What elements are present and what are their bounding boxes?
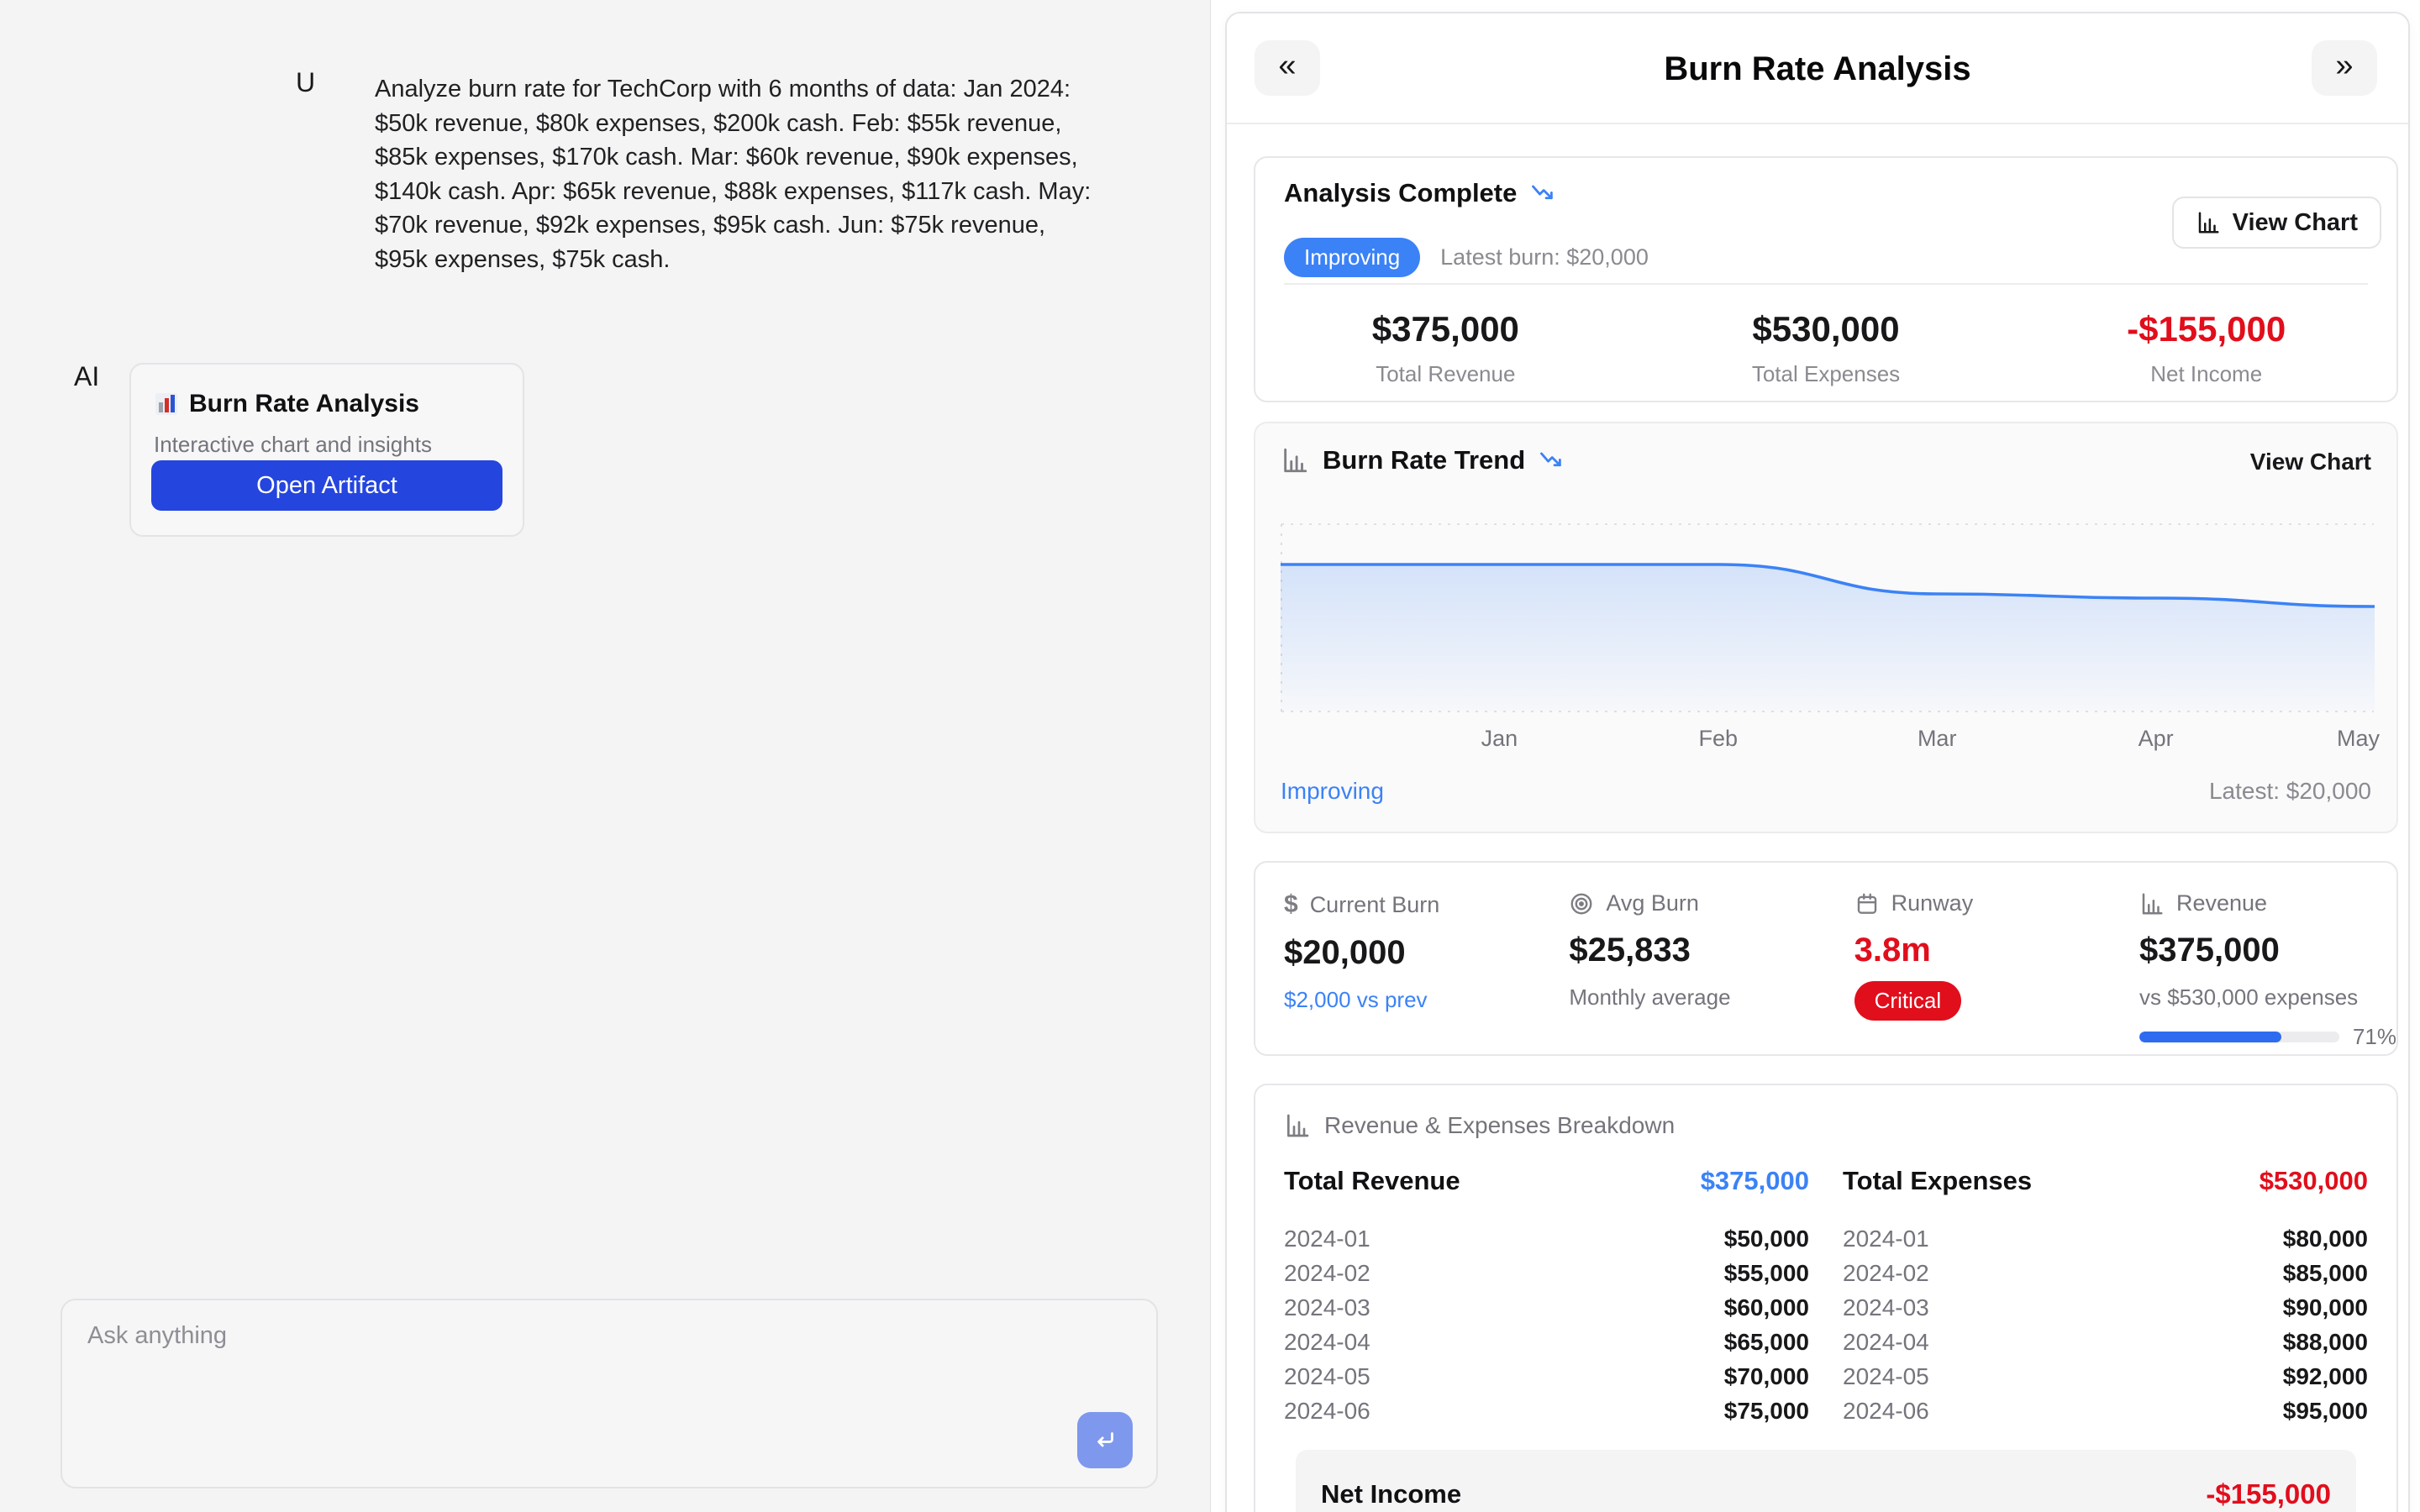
analysis-summary-card: Analysis Complete Improving Latest burn:… [1254, 156, 2398, 402]
trend-latest-text: Latest: $20,000 [2209, 778, 2371, 805]
chat-pane: U Analyze burn rate for TechCorp with 6 … [0, 0, 1211, 1512]
stat-total-revenue: $375,000 Total Revenue [1255, 297, 1636, 387]
expenses-column: Total Expenses $530,000 2024-01$80,000 2… [1843, 1159, 2368, 1428]
calendar-icon [1854, 891, 1880, 916]
burn-rate-line-chart [1281, 516, 2375, 734]
artifact-pane: « Burn Rate Analysis » Analysis Complete [1211, 0, 2420, 1512]
metric-avg-burn: Avg Burn $25,833 Monthly average [1540, 863, 1825, 1054]
x-tick: Apr [2139, 726, 2174, 752]
breakdown-table: Total Revenue $375,000 2024-01$50,000 20… [1284, 1159, 2368, 1428]
x-tick: Jan [1481, 726, 1518, 752]
ai-avatar: AI [74, 361, 99, 392]
table-row: 2024-04$88,000 [1843, 1325, 2368, 1359]
revenue-progress-track [2139, 1032, 2339, 1042]
chat-input-container [60, 1299, 1158, 1488]
artifact-panel: « Burn Rate Analysis » Analysis Complete [1225, 12, 2410, 1512]
collapse-right-button[interactable]: » [2312, 40, 2377, 96]
user-message: Analyze burn rate for TechCorp with 6 mo… [375, 72, 1099, 276]
table-row: 2024-04$65,000 [1284, 1325, 1809, 1359]
table-row: 2024-06$95,000 [1843, 1394, 2368, 1428]
view-chart-button[interactable]: View Chart [2172, 197, 2381, 249]
trend-down-icon [1539, 449, 1564, 471]
artifact-card-title: Burn Rate Analysis [189, 390, 419, 418]
app-window: U Analyze burn rate for TechCorp with 6 … [0, 0, 2420, 1512]
return-arrow-icon [1091, 1426, 1119, 1455]
breakdown-heading: Revenue & Expenses Breakdown [1324, 1112, 1675, 1139]
revenue-progress-fill [2139, 1032, 2281, 1042]
trend-down-icon [1530, 182, 1555, 204]
net-income-value: -$155,000 [2206, 1478, 2331, 1510]
metrics-card: $ Current Burn $20,000 $2,000 vs prev [1254, 861, 2398, 1056]
revenue-column: Total Revenue $375,000 2024-01$50,000 20… [1284, 1159, 1809, 1428]
table-row: 2024-02$85,000 [1843, 1256, 2368, 1290]
send-button[interactable] [1077, 1412, 1133, 1468]
bar-chart-icon [1284, 1112, 1311, 1139]
divider [1284, 283, 2368, 285]
x-tick: May [2337, 726, 2380, 752]
latest-burn-text: Latest burn: $20,000 [1440, 244, 1649, 270]
net-income-label: Net Income [1321, 1479, 1461, 1509]
metric-runway: Runway 3.8m Critical [1826, 863, 2111, 1054]
table-row: 2024-03$90,000 [1843, 1290, 2368, 1325]
table-row: 2024-05$92,000 [1843, 1359, 2368, 1394]
panel-title: Burn Rate Analysis [1227, 13, 2408, 124]
table-row: 2024-06$75,000 [1284, 1394, 1809, 1428]
user-avatar: U [296, 67, 315, 98]
x-tick: Mar [1918, 726, 1957, 752]
chat-input[interactable] [62, 1300, 1156, 1487]
trend-status-text: Improving [1281, 778, 1384, 805]
table-row: 2024-01$50,000 [1284, 1221, 1809, 1256]
improving-badge: Improving [1284, 238, 1420, 277]
target-icon [1569, 891, 1594, 916]
x-axis-labels: Jan Feb Mar Apr May [1281, 726, 2375, 754]
critical-badge: Critical [1854, 981, 1961, 1021]
bar-chart-icon [2196, 210, 2221, 235]
breakdown-card: Revenue & Expenses Breakdown Total Reven… [1254, 1084, 2398, 1512]
table-row: 2024-03$60,000 [1284, 1290, 1809, 1325]
table-row: 2024-02$55,000 [1284, 1256, 1809, 1290]
table-row: 2024-01$80,000 [1843, 1221, 2368, 1256]
bar-chart-icon [1281, 446, 1309, 475]
burn-rate-trend-card: Burn Rate Trend View Chart [1254, 422, 2398, 833]
net-income-card: Net Income -$155,000 Loss-making over th… [1296, 1450, 2356, 1512]
summary-heading: Analysis Complete [1284, 178, 1517, 208]
open-artifact-button[interactable]: Open Artifact [151, 460, 502, 511]
stat-net-income: -$155,000 Net Income [2016, 297, 2396, 387]
artifact-preview-card: Burn Rate Analysis Interactive chart and… [129, 363, 524, 537]
trend-view-chart-link[interactable]: View Chart [2250, 449, 2371, 475]
dollar-icon: $ [1284, 890, 1298, 919]
bar-chart-emoji-icon [154, 391, 179, 417]
panel-header: « Burn Rate Analysis » [1227, 13, 2408, 124]
x-tick: Feb [1699, 726, 1739, 752]
table-row: 2024-05$70,000 [1284, 1359, 1809, 1394]
revenue-progress-label: 71% [2353, 1024, 2396, 1050]
metric-revenue: Revenue $375,000 vs $530,000 expenses 71… [2111, 863, 2396, 1054]
stat-total-expenses: $530,000 Total Expenses [1636, 297, 2017, 387]
metric-current-burn: $ Current Burn $20,000 $2,000 vs prev [1255, 863, 1540, 1054]
trend-heading: Burn Rate Trend [1323, 445, 1525, 475]
summary-stats: $375,000 Total Revenue $530,000 Total Ex… [1255, 297, 2396, 387]
bar-chart-icon [2139, 891, 2165, 916]
